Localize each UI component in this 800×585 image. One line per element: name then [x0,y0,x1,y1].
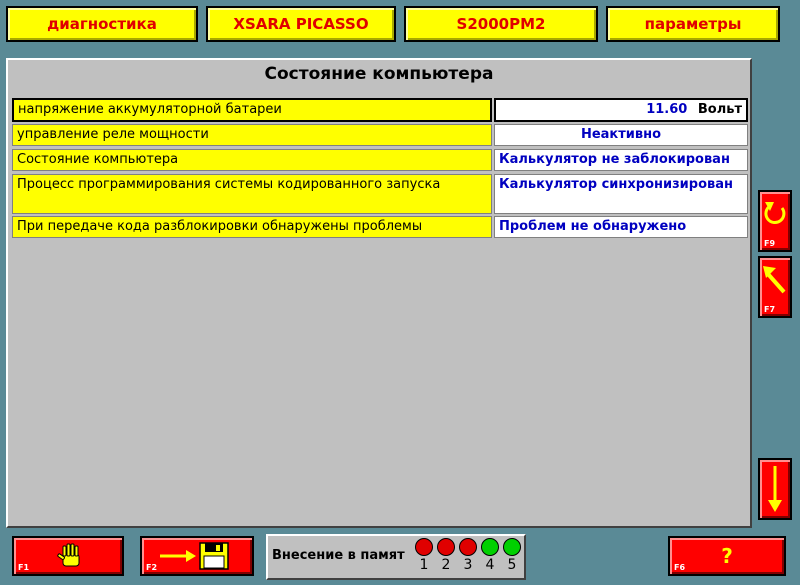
slot-number: 3 [463,557,473,573]
row-label: напряжение аккумуляторной батареи [12,98,492,122]
table-row: Состояние компьютера Калькулятор не забл… [12,149,748,171]
page-title: Состояние компьютера [264,64,494,84]
hand-stop-icon [57,543,80,567]
status-led [437,538,455,556]
table-row: При передаче кода разблокировки обнаруже… [12,216,748,238]
memory-slot-1: 1 [414,538,434,574]
save-button[interactable]: F2 [140,536,254,576]
undo-arrow-icon [764,202,786,224]
back-button[interactable]: F7 [758,256,792,318]
table-row: напряжение аккумуляторной батареи 11.60 … [12,98,748,122]
row-value: 11.60 Вольт [494,98,748,122]
battery-voltage-value: 11.60 [646,102,688,117]
memory-slot-5: 5 [502,538,522,574]
memory-slot-2: 2 [436,538,456,574]
slot-number: 1 [419,557,429,573]
memory-slot-4: 4 [480,538,500,574]
arrow-down-icon [768,466,782,512]
table-row: управление реле мощности Неактивно [12,124,748,146]
status-led [481,538,499,556]
row-label: Состояние компьютера [12,149,492,171]
row-value: Проблем не обнаружено [494,216,748,238]
slot-number: 4 [485,557,495,573]
menu-diagnostics[interactable]: диагностика [6,6,198,42]
row-value: Неактивно [494,124,748,146]
row-label: Процесс программирования системы кодиров… [12,174,492,214]
row-value: Калькулятор синхронизирован [494,174,748,214]
f1-key-label: F1 [18,563,30,572]
memory-status-panel: Внесение в памят 1 2 3 4 5 [266,534,526,580]
row-value: Калькулятор не заблокирован [494,149,748,171]
help-button[interactable]: ? F6 [668,536,786,576]
stop-button[interactable]: F1 [12,536,124,576]
status-led [459,538,477,556]
menu-ecu[interactable]: S2000PM2 [404,6,598,42]
f9-key-label: F9 [764,239,776,248]
f2-key-label: F2 [146,563,158,572]
slot-number: 5 [507,557,517,573]
menu-parameters[interactable]: параметры [606,6,780,42]
help-icon: ? [721,544,733,568]
scroll-down-button[interactable] [758,458,792,520]
status-led [415,538,433,556]
main-panel: Состояние компьютера напряжение аккумуля… [6,58,752,528]
row-label: управление реле мощности [12,124,492,146]
voltage-unit: Вольт [697,102,742,117]
undo-button[interactable]: F9 [758,190,792,252]
status-led [503,538,521,556]
save-to-disk-icon [160,542,229,570]
arrow-up-left-icon [763,266,786,294]
row-label: При передаче кода разблокировки обнаруже… [12,216,492,238]
menu-vehicle-model[interactable]: XSARA PICASSO [206,6,396,42]
table-row: Процесс программирования системы кодиров… [12,174,748,214]
slot-number: 2 [441,557,451,573]
memory-slot-3: 3 [458,538,478,574]
f6-key-label: F6 [674,563,686,572]
memory-label: Внесение в памят [272,548,405,563]
f7-key-label: F7 [764,305,776,314]
